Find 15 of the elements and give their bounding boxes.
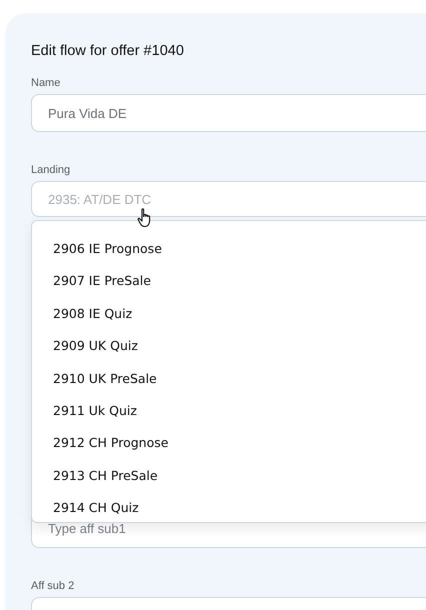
dropdown-option[interactable]: 2908 IE Quiz: [32, 298, 426, 330]
dropdown-option[interactable]: 2906 IE Prognose: [32, 233, 426, 266]
dropdown-option[interactable]: 2911 Uk Quiz: [32, 394, 426, 428]
dropdown-option[interactable]: 2913 CH PreSale: [32, 460, 426, 492]
field-label: Name: [31, 76, 62, 91]
select-field[interactable]: 2935: AT/DE DTC: [31, 181, 426, 217]
input-field[interactable]: Pura Vida DE: [31, 94, 426, 132]
dropdown-option[interactable]: 2912 CH Prognose: [32, 427, 426, 460]
dropdown-option[interactable]: 2910 UK PreSale: [32, 362, 426, 395]
form-title: Edit flow for offer #1040: [31, 42, 185, 61]
field-label: Aff sub 2: [31, 579, 76, 594]
dropdown-option[interactable]: 2914 CH Quiz: [32, 492, 426, 522]
dropdown-option[interactable]: 2909 UK Quiz: [32, 330, 426, 363]
field-label: Landing: [31, 163, 72, 178]
dropdown-option[interactable]: 2907 IE PreSale: [32, 265, 426, 298]
